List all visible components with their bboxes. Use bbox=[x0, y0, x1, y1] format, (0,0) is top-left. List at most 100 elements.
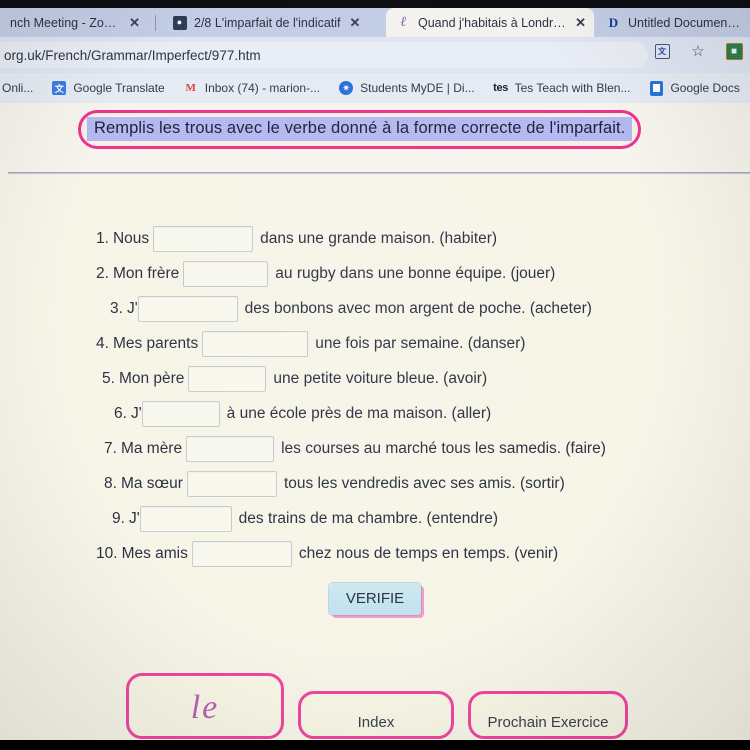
bookmarks-bar: Onli... 文 Google Translate M Inbox (74) … bbox=[0, 73, 750, 103]
question-row-9: 9. J' des trains de ma chambre. (entendr… bbox=[0, 501, 750, 536]
address-bar[interactable]: org.uk/French/Grammar/Imperfect/977.htm bbox=[0, 42, 648, 68]
tab-title: 2/8 L'imparfait de l'indicatif bbox=[194, 15, 341, 30]
question-row-7: 7. Ma mère les courses au marché tous le… bbox=[0, 431, 750, 466]
question-number: 9. bbox=[112, 509, 125, 527]
answer-input-3[interactable] bbox=[137, 295, 238, 322]
question-number: 8. bbox=[104, 474, 117, 492]
answer-input-1[interactable] bbox=[153, 225, 254, 252]
bottom-bezel bbox=[0, 740, 750, 750]
tab-title: nch Meeting - Zoom bbox=[10, 15, 121, 30]
horizontal-divider bbox=[8, 172, 750, 174]
question-lead: J' bbox=[128, 509, 140, 527]
question-row-1: 1. Nous dans une grande maison. (habiter… bbox=[0, 221, 750, 256]
question-lead: Ma mère bbox=[120, 439, 183, 457]
question-row-5: 5. Mon père une petite voiture bleue. (a… bbox=[0, 361, 750, 396]
tab-close-icon[interactable]: ✕ bbox=[129, 15, 140, 31]
verify-button-row: VERIFIE bbox=[0, 583, 750, 615]
bookmark-students-myde[interactable]: ✷ Students MyDE | Di... bbox=[329, 80, 484, 96]
index-button[interactable]: Index bbox=[298, 691, 454, 739]
screenshot-root: nch Meeting - Zoom ✕ ● 2/8 L'imparfait d… bbox=[0, 0, 750, 750]
translate-icon[interactable]: 文 bbox=[652, 41, 672, 61]
tab-title: Untitled Document | Doc bbox=[628, 15, 742, 30]
google-translate-icon: 文 bbox=[51, 80, 67, 96]
question-tail: une fois par semaine. (danser) bbox=[315, 334, 526, 352]
question-tail: des trains de ma chambre. (entendre) bbox=[238, 509, 498, 527]
question-number: 10. bbox=[96, 544, 118, 562]
browser-tab-untitled-document[interactable]: D Untitled Document | Doc bbox=[596, 8, 750, 37]
question-tail: les courses au marché tous les samedis. … bbox=[281, 439, 606, 457]
next-exercise-button[interactable]: Prochain Exercice bbox=[468, 691, 628, 739]
omnibox-icon-group: 文 ☆ ■ bbox=[652, 41, 744, 61]
tes-icon: tes bbox=[493, 82, 509, 94]
question-tail: au rugby dans une bonne équipe. (jouer) bbox=[275, 264, 556, 282]
next-exercise-label: Prochain Exercice bbox=[487, 713, 609, 731]
answer-input-2[interactable] bbox=[183, 260, 269, 287]
question-lead: Ma sœur bbox=[120, 474, 183, 492]
bookmark-label: Tes Teach with Blen... bbox=[514, 81, 631, 95]
question-lead: Mes parents bbox=[112, 334, 199, 352]
bookmark-inbox[interactable]: M Inbox (74) - marion-... bbox=[174, 80, 329, 96]
answer-input-7[interactable] bbox=[186, 435, 275, 462]
question-lead: Mes amis bbox=[121, 544, 188, 562]
answer-input-5[interactable] bbox=[188, 365, 267, 392]
bookmark-star-icon[interactable]: ☆ bbox=[688, 41, 708, 61]
pen-icon: ℓ bbox=[400, 14, 407, 30]
answer-input-8[interactable] bbox=[186, 470, 277, 497]
answer-input-9[interactable] bbox=[139, 505, 232, 532]
tab-close-icon[interactable]: ✕ bbox=[575, 15, 586, 31]
question-row-4: 4. Mes parents une fois par semaine. (da… bbox=[0, 326, 750, 361]
question-number: 2. bbox=[96, 264, 109, 282]
question-list: 1. Nous dans une grande maison. (habiter… bbox=[0, 221, 750, 571]
le-logo-mark: le bbox=[190, 689, 220, 726]
bookmark-label: Onli... bbox=[2, 81, 34, 95]
browser-tab-strip: nch Meeting - Zoom ✕ ● 2/8 L'imparfait d… bbox=[0, 0, 750, 37]
question-lead: Mon père bbox=[118, 369, 185, 387]
tab-separator bbox=[155, 15, 156, 31]
site-logo-box[interactable]: le bbox=[126, 673, 284, 739]
tab-close-icon[interactable]: ✕ bbox=[350, 15, 361, 31]
browser-tab-imparfait[interactable]: ● 2/8 L'imparfait de l'indicatif ✕ bbox=[162, 8, 380, 37]
web-page-content: Remplis les trous avec le verbe donné à … bbox=[0, 103, 750, 740]
question-tail: des bonbons avec mon argent de poche. (a… bbox=[244, 299, 592, 317]
question-number: 5. bbox=[102, 369, 115, 387]
question-number: 3. bbox=[110, 299, 123, 317]
contact-card-icon: ● bbox=[172, 15, 187, 30]
question-row-6: 6. J' à une école près de ma maison. (al… bbox=[0, 396, 750, 431]
answer-input-4[interactable] bbox=[202, 330, 309, 357]
question-lead: Mon frère bbox=[112, 264, 180, 282]
question-row-2: 2. Mon frère au rugby dans une bonne équ… bbox=[0, 256, 750, 291]
question-lead: Nous bbox=[112, 229, 150, 247]
bookmark-google-translate[interactable]: 文 Google Translate bbox=[42, 80, 173, 96]
bookmark-label: Google Docs bbox=[670, 81, 740, 95]
question-row-3: 3. J' des bonbons avec mon argent de poc… bbox=[0, 291, 750, 326]
question-number: 6. bbox=[114, 404, 127, 422]
instruction-text: Remplis les trous avec le verbe donné à … bbox=[87, 117, 633, 141]
question-tail: dans une grande maison. (habiter) bbox=[260, 229, 498, 247]
question-tail: une petite voiture bleue. (avoir) bbox=[273, 369, 488, 387]
question-number: 4. bbox=[96, 334, 109, 352]
bookmark-label: Inbox (74) - marion-... bbox=[204, 81, 321, 95]
page-footer: le Index Prochain Exercice bbox=[0, 673, 750, 740]
gmail-icon: M bbox=[185, 82, 196, 94]
question-lead: J' bbox=[130, 404, 142, 422]
answer-input-10[interactable] bbox=[191, 540, 292, 567]
browser-tab-quand-jhabitais[interactable]: ℓ Quand j'habitais à Londres... ✕ bbox=[386, 8, 594, 37]
question-tail: à une école près de ma maison. (aller) bbox=[226, 404, 492, 422]
browser-tab-zoom[interactable]: nch Meeting - Zoom ✕ bbox=[0, 8, 148, 37]
index-button-label: Index bbox=[357, 713, 395, 731]
google-docs-icon: D bbox=[608, 15, 619, 30]
answer-input-6[interactable] bbox=[141, 400, 220, 427]
google-docs-icon bbox=[648, 80, 664, 96]
question-lead: J' bbox=[126, 299, 138, 317]
instruction-box: Remplis les trous avec le verbe donné à … bbox=[78, 110, 642, 149]
profile-icon[interactable]: ■ bbox=[724, 41, 744, 61]
bookmark-online[interactable]: Onli... bbox=[0, 81, 42, 95]
question-number: 7. bbox=[104, 439, 117, 457]
question-row-8: 8. Ma sœur tous les vendredis avec ses a… bbox=[0, 466, 750, 501]
bookmark-google-docs[interactable]: Google Docs bbox=[639, 80, 748, 96]
verify-button[interactable]: VERIFIE bbox=[328, 583, 422, 615]
bookmark-label: Google Translate bbox=[73, 81, 165, 95]
tab-title: Quand j'habitais à Londres... bbox=[418, 15, 567, 30]
bookmark-tes-teach[interactable]: tes Tes Teach with Blen... bbox=[484, 80, 640, 96]
question-number: 1. bbox=[96, 229, 109, 247]
